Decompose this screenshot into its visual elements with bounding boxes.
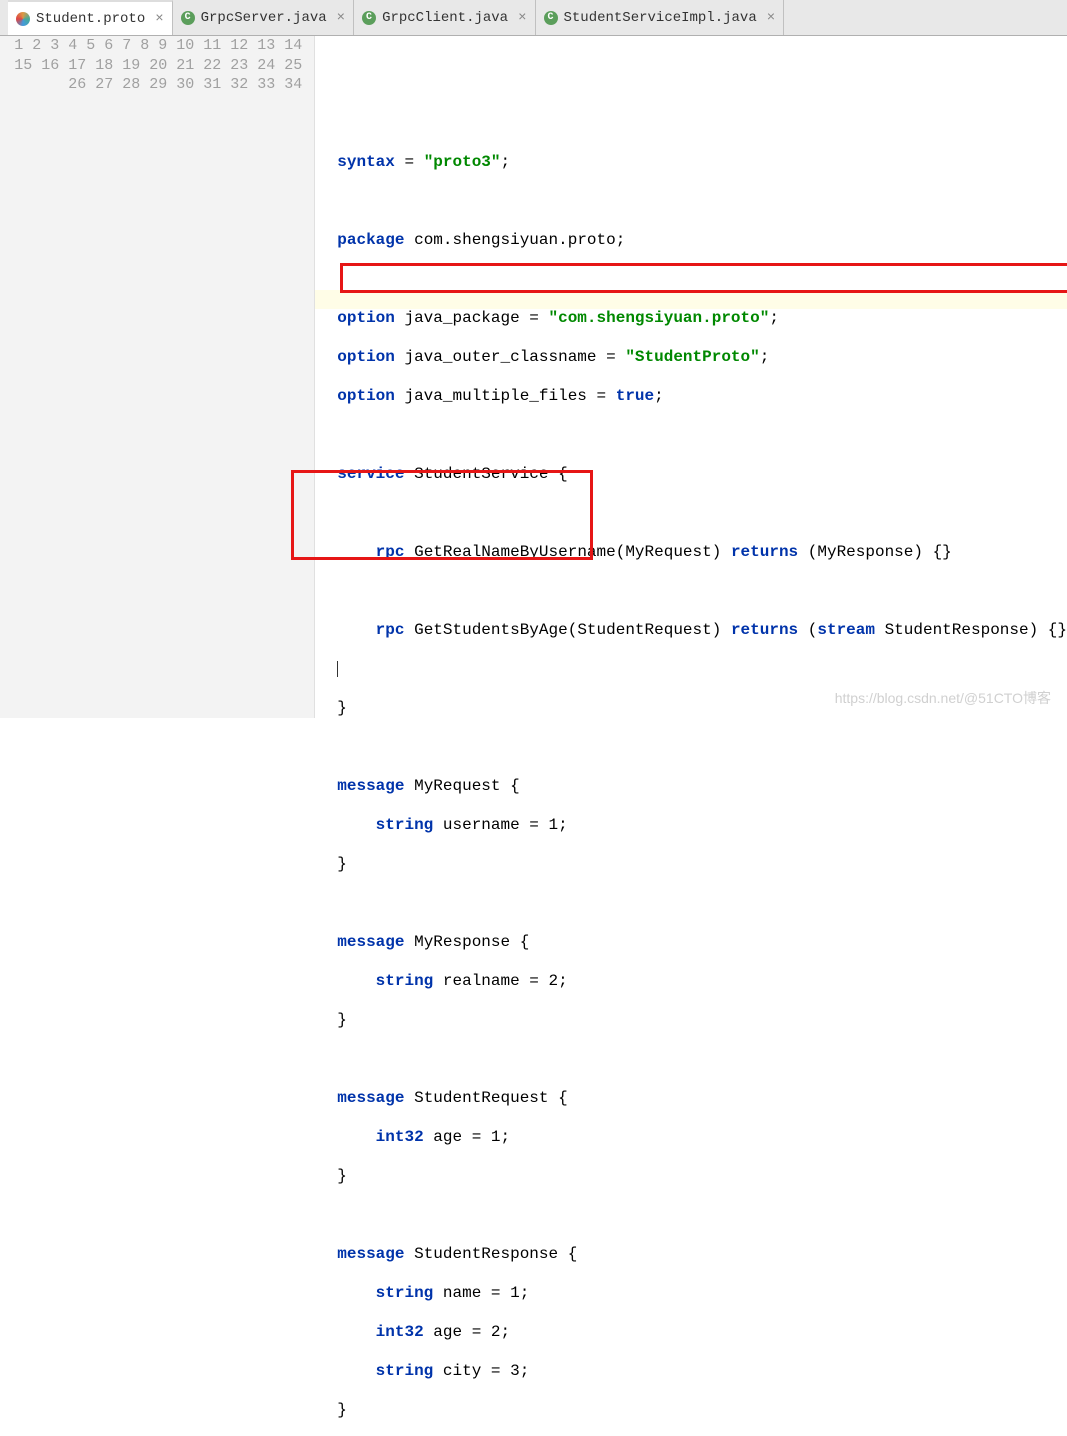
close-icon[interactable]: ×: [518, 10, 526, 26]
tab-label: Student.proto: [36, 11, 145, 27]
line-number-gutter: 1 2 3 4 5 6 7 8 9 10 11 12 13 14 15 16 1…: [0, 36, 315, 718]
tab-grpc-server[interactable]: C GrpcServer.java ×: [173, 0, 354, 35]
tab-label: StudentServiceImpl.java: [564, 10, 757, 26]
watermark-text: https://blog.csdn.net/@51CTO博客: [835, 688, 1051, 708]
tab-label: GrpcClient.java: [382, 10, 508, 26]
tab-label: GrpcServer.java: [201, 10, 327, 26]
class-icon: C: [544, 11, 558, 25]
close-icon[interactable]: ×: [155, 11, 163, 27]
proto-icon: [16, 12, 30, 26]
class-icon: C: [181, 11, 195, 25]
close-icon[interactable]: ×: [337, 10, 345, 26]
code-area[interactable]: syntax = "proto3"; package com.shengsiyu…: [315, 36, 1067, 718]
tab-student-proto[interactable]: Student.proto ×: [8, 0, 173, 35]
tab-grpc-client[interactable]: C GrpcClient.java ×: [354, 0, 535, 35]
caret: [337, 661, 338, 677]
tab-bar: Student.proto × C GrpcServer.java × C Gr…: [0, 0, 1067, 36]
class-icon: C: [362, 11, 376, 25]
code-editor[interactable]: 1 2 3 4 5 6 7 8 9 10 11 12 13 14 15 16 1…: [0, 36, 1067, 718]
close-icon[interactable]: ×: [767, 10, 775, 26]
code-content: syntax = "proto3"; package com.shengsiyu…: [337, 134, 1067, 1436]
tab-student-service-impl[interactable]: C StudentServiceImpl.java ×: [536, 0, 785, 35]
